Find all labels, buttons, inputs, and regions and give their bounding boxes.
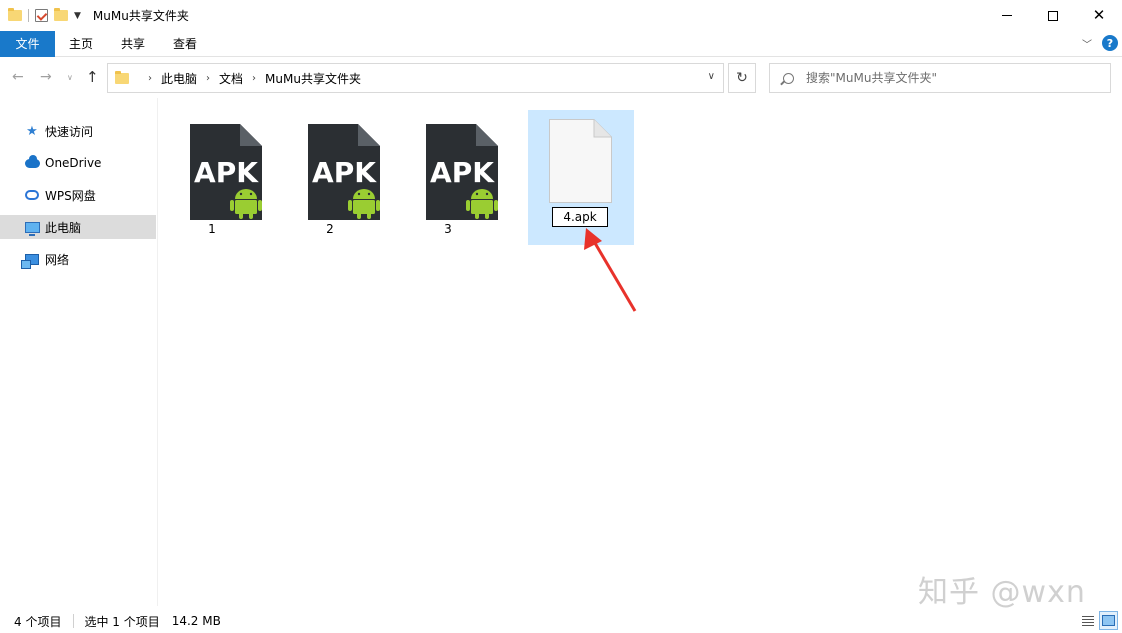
breadcrumb-current-folder[interactable]: MuMu共享文件夹 bbox=[265, 70, 361, 87]
sidebar-item-network[interactable]: 网络 bbox=[0, 247, 156, 271]
help-icon[interactable]: ? bbox=[1102, 35, 1118, 51]
sidebar-item-quick-access[interactable]: ★ 快速访问 bbox=[0, 119, 156, 143]
apk-file-icon: APK bbox=[308, 124, 380, 220]
network-icon bbox=[21, 251, 40, 269]
apk-label: APK bbox=[312, 156, 377, 189]
computer-icon bbox=[24, 219, 40, 236]
quick-access-toolbar: ▼ bbox=[0, 0, 87, 31]
sidebar-item-label: 快速访问 bbox=[45, 124, 94, 139]
title-bar: ▼ MuMu共享文件夹 ✕ bbox=[0, 0, 1122, 31]
wps-cloud-icon bbox=[24, 187, 40, 203]
rename-input[interactable]: 4.apk bbox=[552, 207, 608, 227]
breadcrumb-chevron-icon[interactable]: › bbox=[148, 73, 152, 84]
refresh-button[interactable]: ↻ bbox=[728, 63, 756, 93]
item-count: 4 个项目 bbox=[14, 614, 62, 629]
recent-locations-chevron-icon[interactable]: ∨ bbox=[67, 73, 73, 82]
sidebar-item-wps-cloud[interactable]: WPS网盘 bbox=[0, 183, 156, 207]
sidebar-item-onedrive[interactable]: OneDrive bbox=[0, 151, 156, 175]
window-title: MuMu共享文件夹 bbox=[92, 9, 189, 23]
file-name: 2 bbox=[326, 222, 334, 236]
customize-toolbar-chevron-icon[interactable]: ▼ bbox=[74, 11, 81, 21]
apk-label: APK bbox=[430, 156, 495, 189]
tab-file[interactable]: 文件 bbox=[0, 30, 55, 57]
minimize-button[interactable] bbox=[984, 0, 1030, 31]
watermark: 知乎 @wxn bbox=[918, 575, 1086, 610]
large-icons-view-button[interactable] bbox=[1099, 611, 1118, 630]
address-bar[interactable]: › 此电脑 › 文档 › MuMu共享文件夹 ∨ bbox=[107, 63, 724, 93]
details-view-icon bbox=[1081, 615, 1094, 626]
tab-view[interactable]: 查看 bbox=[159, 31, 211, 57]
file-item-3[interactable]: APK 3 bbox=[395, 110, 501, 244]
status-bar: 4 个项目 选中 1 个项目 14.2 MB bbox=[0, 609, 1122, 633]
maximize-icon bbox=[1048, 10, 1058, 21]
refresh-icon: ↻ bbox=[736, 70, 748, 86]
tab-share[interactable]: 共享 bbox=[107, 31, 159, 57]
apk-file-icon: APK bbox=[426, 124, 498, 220]
breadcrumb-chevron-icon[interactable]: › bbox=[252, 73, 256, 84]
expand-ribbon-chevron-icon[interactable]: ﹀ bbox=[1082, 36, 1092, 51]
window-controls: ✕ bbox=[984, 0, 1122, 31]
breadcrumb-documents[interactable]: 文档 bbox=[219, 70, 243, 87]
sidebar-item-label: 网络 bbox=[45, 252, 70, 267]
address-dropdown-chevron-icon[interactable]: ∨ bbox=[708, 71, 715, 82]
tab-home[interactable]: 主页 bbox=[55, 31, 107, 57]
ribbon-tabs: 文件 主页 共享 查看 ﹀ ? bbox=[0, 30, 1122, 57]
new-folder-icon[interactable] bbox=[54, 8, 68, 21]
sidebar-item-label: OneDrive bbox=[45, 156, 102, 170]
toolbar-divider bbox=[28, 9, 29, 22]
folder-icon bbox=[115, 70, 129, 84]
maximize-button[interactable] bbox=[1030, 0, 1076, 31]
sidebar-item-label: 此电脑 bbox=[45, 220, 82, 235]
file-list: APK 1 APK 2 APK 3 4.apk bbox=[159, 98, 1122, 606]
close-button[interactable]: ✕ bbox=[1076, 0, 1122, 31]
sidebar-item-label: WPS网盘 bbox=[45, 188, 96, 203]
breadcrumb-this-pc[interactable]: 此电脑 bbox=[161, 70, 197, 87]
properties-icon[interactable] bbox=[35, 9, 48, 22]
file-name: 1 bbox=[208, 222, 216, 236]
sidebar-item-this-pc[interactable]: 此电脑 bbox=[0, 215, 156, 239]
red-arrow-annotation bbox=[584, 228, 637, 312]
star-icon: ★ bbox=[26, 123, 38, 139]
navigation-bar: ← → ∨ ↑ › 此电脑 › 文档 › MuMu共享文件夹 ∨ ↻ bbox=[0, 58, 1122, 98]
navigation-pane: ★ 快速访问 OneDrive WPS网盘 此电脑 网络 bbox=[0, 98, 158, 606]
selected-count: 选中 1 个项目 bbox=[84, 614, 160, 629]
details-view-button[interactable] bbox=[1078, 611, 1097, 630]
search-input[interactable] bbox=[806, 71, 1096, 85]
search-icon bbox=[783, 72, 794, 84]
view-switcher bbox=[1076, 611, 1118, 630]
apk-label: APK bbox=[194, 156, 259, 189]
file-item-4-selected[interactable]: 4.apk bbox=[528, 110, 634, 245]
close-icon: ✕ bbox=[1092, 6, 1106, 24]
status-divider bbox=[73, 614, 75, 628]
forward-arrow-icon[interactable]: → bbox=[40, 69, 52, 85]
blank-file-icon bbox=[549, 119, 612, 203]
selected-size: 14.2 MB bbox=[171, 614, 221, 628]
search-box[interactable] bbox=[769, 63, 1111, 93]
apk-file-icon: APK bbox=[190, 124, 262, 220]
file-name: 3 bbox=[444, 222, 452, 236]
file-item-2[interactable]: APK 2 bbox=[277, 110, 383, 244]
large-icons-view-icon bbox=[1102, 615, 1115, 626]
breadcrumb-chevron-icon[interactable]: › bbox=[206, 73, 210, 84]
minimize-icon bbox=[1002, 15, 1012, 16]
folder-icon bbox=[8, 8, 22, 21]
back-arrow-icon[interactable]: ← bbox=[12, 69, 24, 85]
up-arrow-icon[interactable]: ↑ bbox=[86, 68, 99, 86]
ribbon-right-controls: ﹀ ? bbox=[1082, 35, 1118, 51]
file-item-1[interactable]: APK 1 bbox=[159, 110, 265, 244]
cloud-icon bbox=[24, 154, 40, 171]
